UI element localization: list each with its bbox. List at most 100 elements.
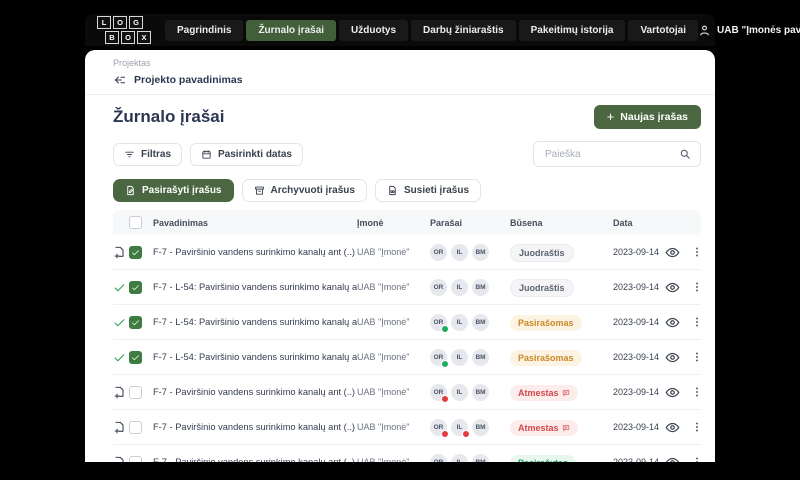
row-checkbox[interactable] xyxy=(129,420,142,434)
nav-item-pagrindinis[interactable]: Pagrindinis xyxy=(165,19,244,41)
nav-item--urnalo-ra-ai[interactable]: Žurnalo įrašai xyxy=(246,19,337,41)
signer-avatar: IL xyxy=(451,383,468,401)
entry-title: F-7 - L-54: Paviršinio vandens surinkimo… xyxy=(153,317,357,327)
entry-date: 2023-09-14 xyxy=(613,282,660,292)
table-row[interactable]: F-7 - L-54: Paviršinio vandens surinkimo… xyxy=(113,305,701,340)
entry-title: F-7 - L-54: Paviršinio vandens surinkimo… xyxy=(153,352,357,362)
nav-item-u-duotys[interactable]: Užduotys xyxy=(339,19,409,41)
search-input[interactable] xyxy=(543,147,673,161)
signer-avatar: OR xyxy=(430,278,447,296)
sign-entries-button[interactable]: Pasirašyti įrašus xyxy=(113,179,234,202)
table-row[interactable]: F-7 - Paviršinio vandens surinkimo kanal… xyxy=(113,445,701,462)
row-checkbox[interactable] xyxy=(129,350,142,364)
entry-date: 2023-09-14 xyxy=(613,422,660,432)
signer-avatar: IL xyxy=(451,243,468,261)
table-row[interactable]: F-7 - Paviršinio vandens surinkimo kanal… xyxy=(113,375,701,410)
eye-icon[interactable] xyxy=(665,350,680,365)
kebab-icon[interactable] xyxy=(691,246,703,258)
file-plus-icon xyxy=(113,386,126,399)
date-picker-button[interactable]: Pasirinkti datas xyxy=(190,142,303,166)
table-row[interactable]: F-7 - L-54: Paviršinio vandens surinkimo… xyxy=(113,270,701,305)
signer-avatar: OR xyxy=(430,313,449,333)
file-plus-icon xyxy=(113,456,126,462)
kebab-icon[interactable] xyxy=(691,351,703,363)
checkmark-icon xyxy=(131,353,140,362)
signer-avatar: BM xyxy=(472,348,489,366)
project-eyebrow: Projektas xyxy=(113,58,151,68)
row-checkbox[interactable] xyxy=(129,455,142,462)
signature-status-dot xyxy=(441,394,449,403)
table-header: Pavadinimas Įmonė Parašai Būsena Data xyxy=(113,210,701,235)
kebab-icon[interactable] xyxy=(691,281,703,293)
logo-letter: L xyxy=(97,16,111,29)
link-file-icon xyxy=(387,185,398,196)
filter-icon xyxy=(124,149,135,160)
entry-signers: OR IL BM xyxy=(430,278,510,296)
table-row[interactable]: F-7 - L-54: Paviršinio vandens surinkimo… xyxy=(113,340,701,375)
select-all-checkbox[interactable] xyxy=(129,216,142,229)
table-row[interactable]: F-7 - Paviršinio vandens surinkimo kanal… xyxy=(113,410,701,445)
content-panel: Projektas Projekto pavadinimas Žurnalo į… xyxy=(85,50,715,462)
entry-signers: OR IL BM xyxy=(430,348,510,368)
signature-status-dot xyxy=(462,429,470,438)
signer-avatar: OR xyxy=(430,348,449,368)
nav-item-darb-iniara-tis[interactable]: Darbų žiniaraštis xyxy=(411,19,516,41)
status-badge: Pasirašomas xyxy=(510,315,582,331)
table-row[interactable]: F-7 - Paviršinio vandens surinkimo kanal… xyxy=(113,235,701,270)
row-checkbox[interactable] xyxy=(129,385,142,399)
sign-icon xyxy=(125,185,136,196)
archive-entries-button[interactable]: Archyvuoti įrašus xyxy=(241,179,367,202)
entry-signers: OR IL BM xyxy=(430,243,510,261)
kebab-icon[interactable] xyxy=(691,421,703,433)
kebab-icon[interactable] xyxy=(691,316,703,328)
check-icon xyxy=(113,351,126,364)
link-file-entries-button[interactable]: Susieti įrašus xyxy=(374,179,482,202)
kebab-icon[interactable] xyxy=(691,386,703,398)
entry-date: 2023-09-14 xyxy=(613,317,660,327)
signer-avatar: BM xyxy=(472,278,489,296)
filter-button[interactable]: Filtras xyxy=(113,142,183,166)
checkmark-icon xyxy=(131,318,140,327)
entry-title: F-7 - Paviršinio vandens surinkimo kanal… xyxy=(153,422,357,432)
app-window: LOG BOX Pagrindinis Žurnalo įrašai Užduoty… xyxy=(85,14,800,480)
status-badge: Juodraštis xyxy=(510,278,574,297)
eye-icon[interactable] xyxy=(665,245,680,260)
new-entry-button[interactable]: + Naujas įrašas xyxy=(593,105,701,129)
eye-icon[interactable] xyxy=(665,280,680,295)
entry-signers: OR IL BM xyxy=(430,383,510,403)
file-plus-icon xyxy=(113,246,126,259)
check-icon xyxy=(113,281,126,294)
entry-date: 2023-09-14 xyxy=(613,352,660,362)
entry-company: UAB "Įmonė" xyxy=(357,387,410,397)
entry-company: UAB "Įmonė" xyxy=(357,422,410,432)
column-header: Data xyxy=(613,217,633,228)
screen: LOG BOX Pagrindinis Žurnalo įrašai Užduoty… xyxy=(0,0,800,480)
row-checkbox[interactable] xyxy=(129,245,142,259)
entry-signers: OR IL BM xyxy=(430,418,510,438)
logbox-logo: LOG BOX xyxy=(97,16,151,44)
divider xyxy=(85,94,715,95)
file-plus-icon xyxy=(113,421,126,434)
entry-company: UAB "Įmonė" xyxy=(357,317,410,327)
signer-avatar: IL xyxy=(451,418,470,438)
eye-icon[interactable] xyxy=(665,420,680,435)
comment-icon xyxy=(562,424,570,432)
entry-company: UAB "Įmonė" xyxy=(357,282,410,292)
breadcrumb[interactable]: Projekto pavadinimas xyxy=(113,74,243,86)
account-menu[interactable]: UAB "Įmonės pavadinimas" xyxy=(698,24,800,37)
status-badge: Pasirašytas xyxy=(510,455,577,462)
search-icon[interactable] xyxy=(679,148,691,160)
nav-item-pakeitim-istorija[interactable]: Pakeitimų istorija xyxy=(518,19,626,41)
kebab-icon[interactable] xyxy=(691,456,703,462)
row-checkbox[interactable] xyxy=(129,280,142,294)
entry-signers: OR IL BM xyxy=(430,453,510,462)
status-badge: Atmestas xyxy=(510,385,578,401)
signer-avatar: IL xyxy=(451,278,468,296)
entries-table: Pavadinimas Įmonė Parašai Būsena Data F-… xyxy=(113,210,701,462)
eye-icon[interactable] xyxy=(665,315,680,330)
eye-icon[interactable] xyxy=(665,455,680,462)
nav-item-vartotojai[interactable]: Vartotojai xyxy=(628,19,699,41)
row-checkbox[interactable] xyxy=(129,315,142,329)
eye-icon[interactable] xyxy=(665,385,680,400)
check-icon xyxy=(113,316,126,329)
